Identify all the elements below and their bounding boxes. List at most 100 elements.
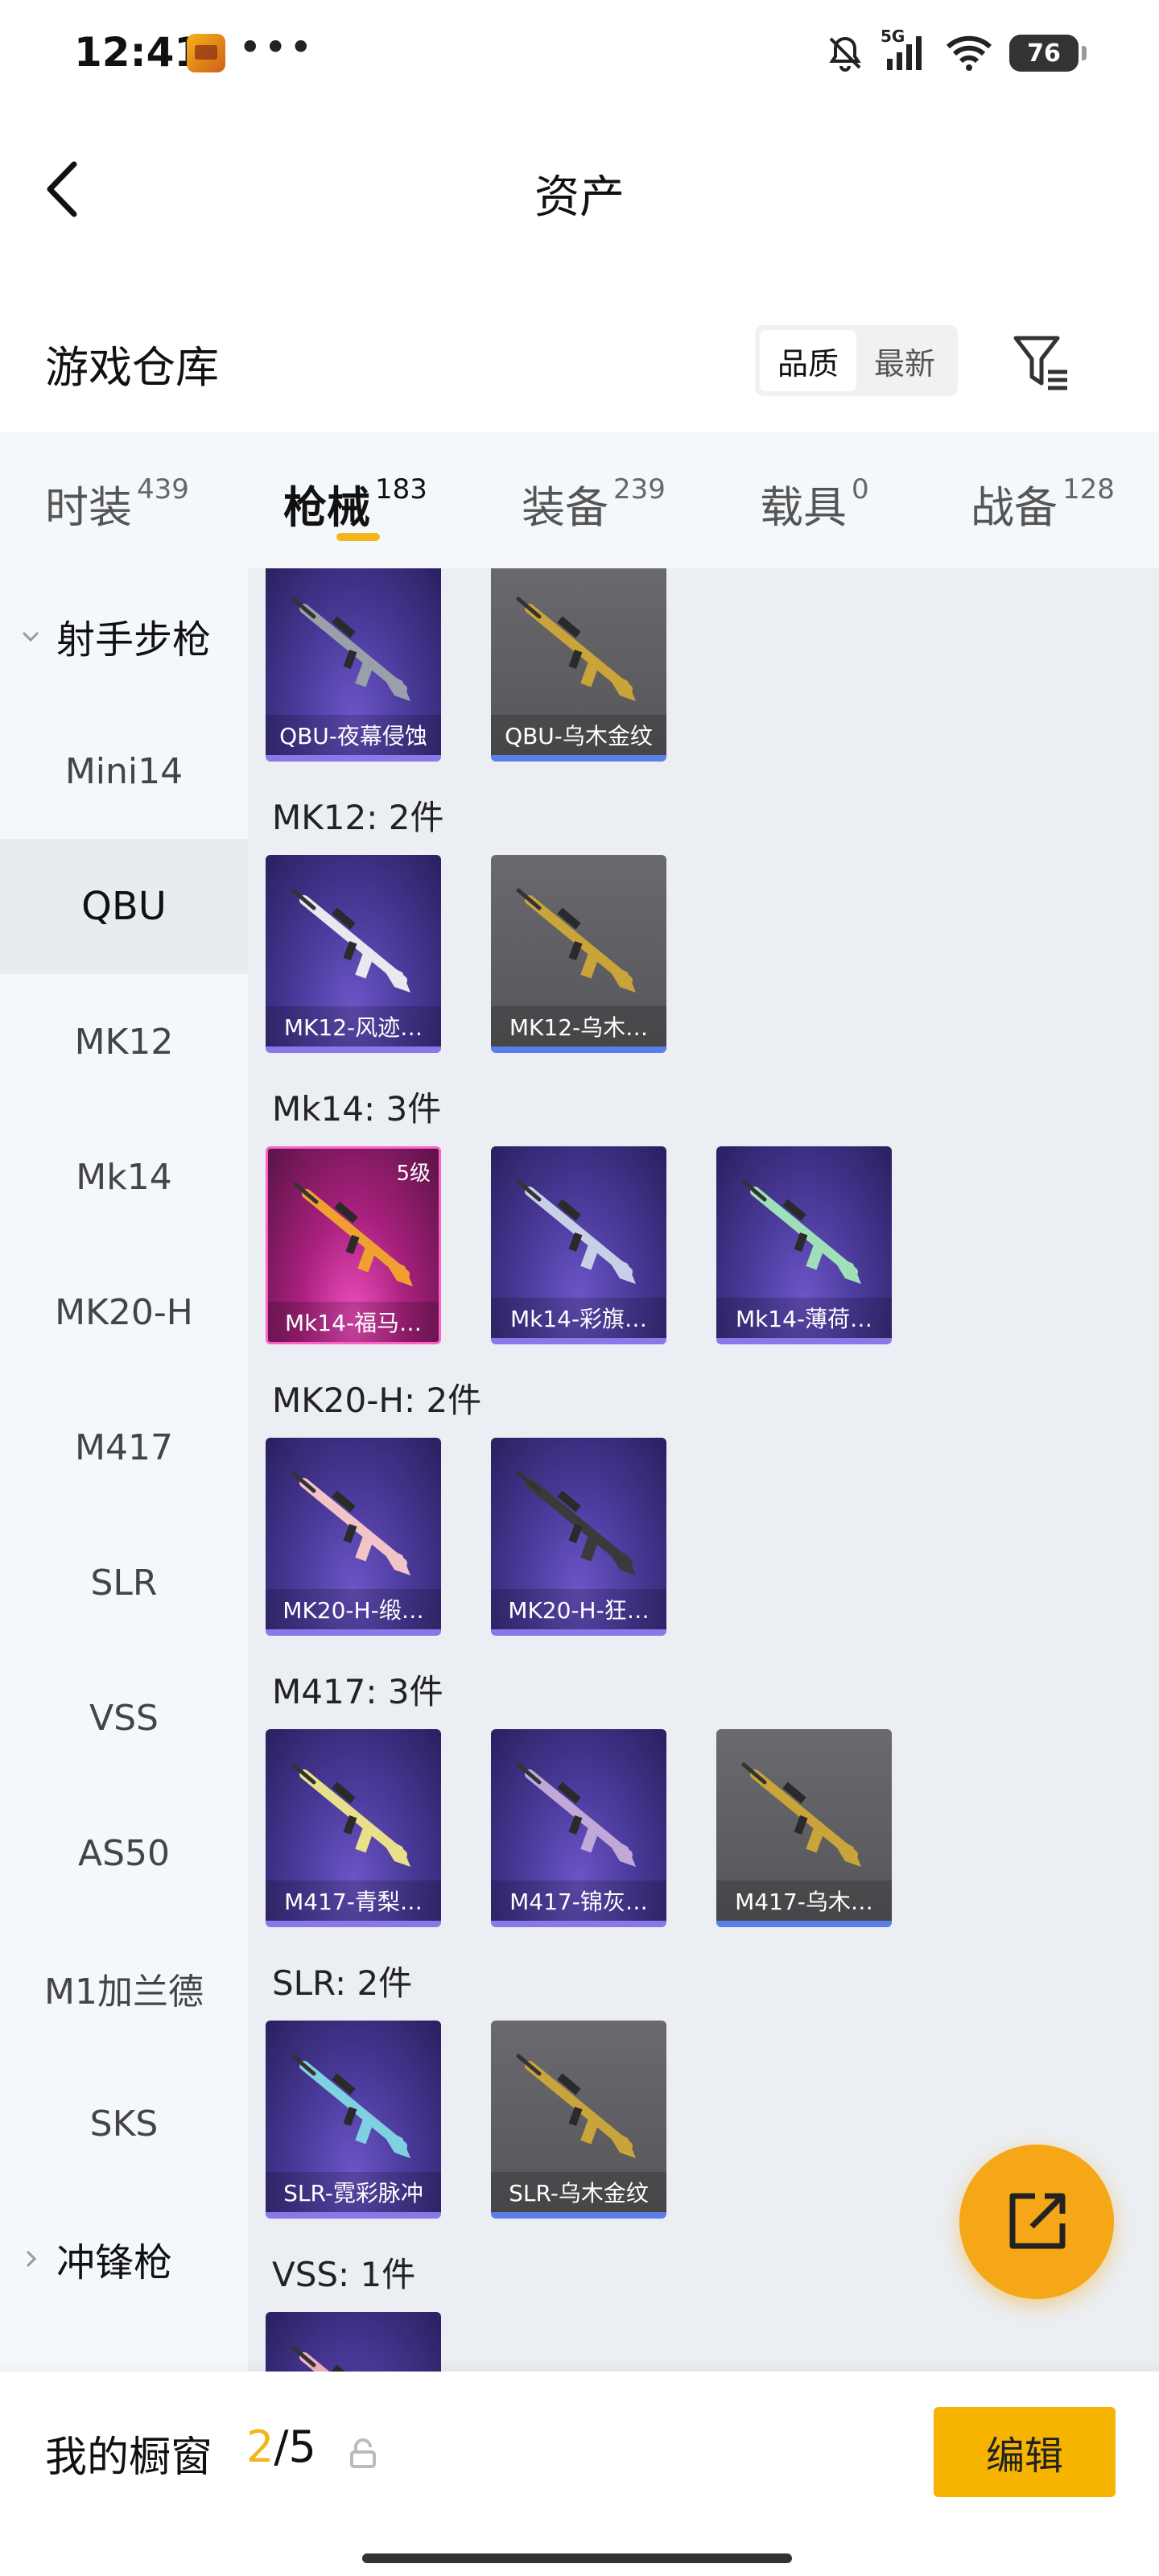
showcase-total: /5 [274,2421,316,2472]
warehouse-title: 游戏仓库 [45,342,219,393]
weapon-card[interactable]: M417-乌木… [716,1729,892,1927]
tab-label: 装备 [522,482,608,533]
nav-bar: 资产 [0,105,1159,274]
weapon-card[interactable]: M417-锦灰… [491,1729,666,1927]
weapon-card[interactable]: MK12-乌木… [491,855,666,1053]
share-fab-button[interactable] [959,2145,1114,2299]
weapon-card[interactable]: MK20-H-狂… [491,1438,666,1636]
weapon-card[interactable] [266,2312,441,2372]
sidebar-group-marksman-rifle[interactable]: 射手步枪 [0,568,248,704]
sidebar-item-mk20h[interactable]: MK20-H [0,1245,248,1380]
sidebar-item-m417[interactable]: M417 [0,1380,248,1515]
sidebar-item-qbu[interactable]: QBU [0,839,248,974]
section-label: MK20-H: 2件 [272,1381,482,1420]
section-label: Mk14: 3件 [272,1089,442,1129]
sort-segmented-control: 品质 最新 [755,325,958,396]
status-time: 12:41 [74,29,203,76]
weapon-level-badge: 5级 [396,1162,431,1186]
active-tab-indicator [336,533,380,541]
sidebar-item-as50[interactable]: AS50 [0,1785,248,1921]
weapon-name: M417-乌木… [716,1880,892,1921]
chevron-right-icon [26,2250,37,2268]
weapon-card[interactable]: MK20-H-缎… [266,1438,441,1636]
weapon-skin-image [291,597,410,701]
app-notification-icon [187,34,225,72]
sidebar-item-slr[interactable]: SLR [0,1515,248,1650]
weapon-skin-image [516,1471,636,1575]
showcase-current: 2 [246,2421,274,2472]
tab-count: 0 [852,473,869,506]
weapon-skin-image [516,2054,636,2158]
sidebar-item-sks[interactable]: SKS [0,2056,248,2191]
tab-fashion[interactable]: 时装 439 [45,472,189,535]
sort-newest-tab[interactable]: 最新 [856,330,953,391]
sidebar-item-m1-garand[interactable]: M1加兰德 [0,1921,248,2056]
section-label: VSS: 1件 [272,2255,416,2294]
weapon-card[interactable]: 5级 Mk14-福马… [266,1146,441,1344]
weapon-grid: QBU-夜幕侵蚀 QBU-乌木金纹 MK12: 2件 MK12-风迹… MK12-乌木…… [248,568,1159,2372]
weapon-card[interactable]: SLR-霓彩脉冲 [266,2021,441,2219]
weapon-name: MK20-H-狂… [491,1589,666,1629]
tab-gear[interactable]: 战备 128 [971,472,1115,535]
tab-label: 战备 [971,482,1058,533]
weapon-name: QBU-夜幕侵蚀 [266,715,441,755]
weapon-card[interactable]: Mk14-薄荷… [716,1146,892,1344]
weapon-name: MK20-H-缎… [266,1589,441,1629]
tab-weapons[interactable]: 枪械 183 [283,472,427,535]
weapon-skin-image [291,2054,410,2158]
weapon-name: M417-青梨… [266,1880,441,1921]
weapon-skin-image [291,888,410,993]
tab-count: 239 [613,473,666,506]
category-tabs: 时装 439 枪械 183 装备 239 载具 0 战备 128 [0,431,1159,568]
section-label: M417: 3件 [272,1672,443,1711]
weapon-skin-image [291,1471,410,1575]
tab-count: 439 [137,473,189,506]
wifi-icon [946,35,992,71]
tab-label: 时装 [45,482,132,533]
mute-icon [829,36,861,72]
sidebar-item-mini14[interactable]: Mini14 [0,704,248,839]
weapon-name: M417-锦灰… [491,1880,666,1921]
sidebar-item-mk12[interactable]: MK12 [0,974,248,1109]
section-label: MK12: 2件 [272,798,444,837]
weapon-name: SLR-乌木金纹 [491,2172,666,2212]
edit-button[interactable]: 编辑 [934,2407,1116,2497]
tab-count: 128 [1062,473,1115,506]
weapon-name: Mk14-薄荷… [716,1298,892,1338]
weapon-name: Mk14-福马… [268,1302,439,1342]
battery-icon: 76 [1009,35,1087,72]
showcase-bar: 我的橱窗 2/5 编辑 [0,2372,1159,2576]
weapon-name: MK12-乌木… [491,1006,666,1046]
weapon-skin-image [741,1762,861,1867]
chevron-down-icon [22,631,39,642]
sidebar-group-label: 冲锋枪 [56,2240,173,2285]
weapon-card[interactable]: QBU-夜幕侵蚀 [266,568,441,762]
weapon-name: Mk14-彩旗… [491,1298,666,1338]
warehouse-header: 游戏仓库 品质 最新 [0,306,1159,419]
sidebar-group-smg[interactable]: 冲锋枪 [0,2191,248,2326]
sort-quality-tab[interactable]: 品质 [760,330,856,391]
weapon-type-sidebar: 射手步枪 Mini14 QBU MK12 Mk14 MK20-H M417 SL… [0,568,248,2372]
tab-label: 枪械 [283,482,370,533]
weapon-name: QBU-乌木金纹 [491,715,666,755]
sidebar-item-vss[interactable]: VSS [0,1650,248,1785]
tab-label: 载具 [760,482,847,533]
lock-icon [350,2438,376,2468]
filter-button[interactable] [1011,333,1075,391]
tab-vehicles[interactable]: 载具 0 [760,472,869,535]
weapon-skin-image [741,1179,861,1284]
weapon-card[interactable]: SLR-乌木金纹 [491,2021,666,2219]
weapon-card[interactable]: QBU-乌木金纹 [491,568,666,762]
tab-equipment[interactable]: 装备 239 [522,472,666,535]
weapon-card[interactable]: MK12-风迹… [266,855,441,1053]
sidebar-item-mk14[interactable]: Mk14 [0,1109,248,1245]
battery-level: 76 [1027,39,1061,68]
status-bar: 12:41 ••• 5G 76 [0,0,1159,105]
weapon-skin-image [516,597,636,701]
weapon-card[interactable]: M417-青梨… [266,1729,441,1927]
weapon-card[interactable]: Mk14-彩旗… [491,1146,666,1344]
showcase-label: 我的橱窗 [45,2434,213,2482]
weapon-skin-image [291,2345,356,2372]
showcase-count: 2/5 [246,2421,316,2472]
filter-icon [1013,336,1067,390]
